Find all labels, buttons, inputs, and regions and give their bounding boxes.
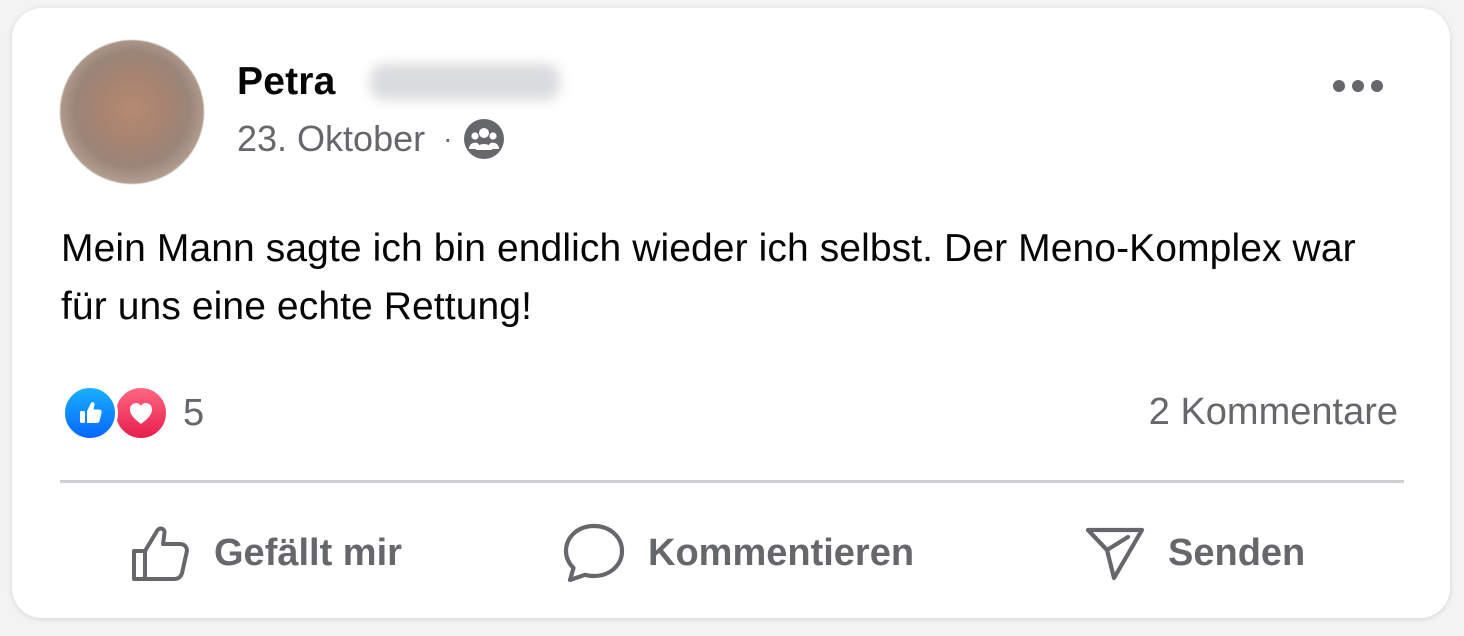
send-button-label: Senden bbox=[1168, 531, 1306, 574]
post-meta: 23. Oktober · bbox=[237, 118, 505, 160]
comment-bubble-icon bbox=[563, 523, 625, 583]
divider bbox=[60, 480, 1404, 483]
send-icon bbox=[1085, 527, 1145, 581]
comment-button[interactable]: Kommentieren bbox=[562, 518, 914, 588]
thumbs-up-icon bbox=[132, 526, 189, 581]
author-avatar[interactable] bbox=[60, 40, 204, 184]
meta-separator: · bbox=[443, 123, 453, 154]
author-last-name-redacted bbox=[370, 64, 560, 100]
post-date[interactable]: 23. Oktober bbox=[237, 118, 425, 160]
more-options-button[interactable] bbox=[1328, 68, 1388, 104]
group-icon bbox=[464, 119, 505, 159]
love-reaction-icon bbox=[113, 385, 169, 441]
reaction-count: 5 bbox=[183, 391, 205, 434]
comment-button-label: Kommentieren bbox=[648, 531, 915, 574]
more-options-icon bbox=[1333, 80, 1383, 92]
send-button[interactable]: Senden bbox=[1084, 518, 1305, 588]
like-button[interactable]: Gefällt mir bbox=[130, 518, 402, 588]
post-text: Mein Mann sagte ich bin endlich wieder i… bbox=[61, 227, 1356, 328]
author-name[interactable]: Petra bbox=[237, 60, 336, 104]
comments-count-link[interactable]: 2 Kommentare bbox=[1149, 391, 1398, 434]
like-reaction-icon bbox=[62, 385, 118, 441]
like-button-label: Gefällt mir bbox=[214, 531, 402, 574]
post-card: Petra 23. Oktober · Mein Mann sagte ich … bbox=[12, 8, 1450, 618]
reactions-summary[interactable]: 5 bbox=[62, 385, 204, 441]
